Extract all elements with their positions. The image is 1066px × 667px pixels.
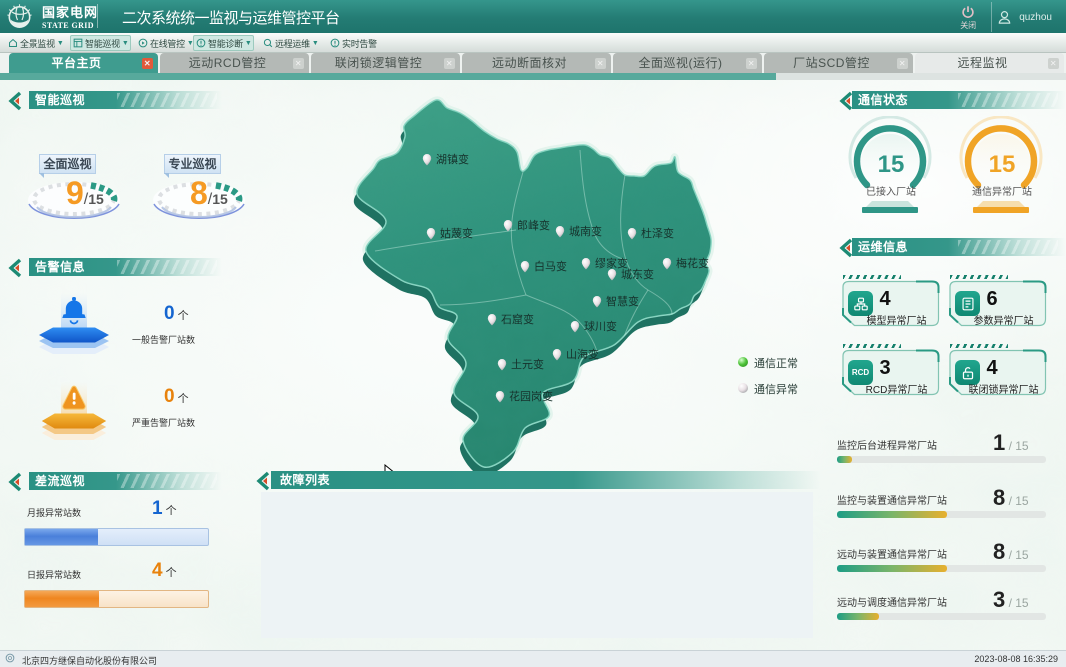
svg-text:杜泽变: 杜泽变 — [641, 226, 674, 240]
svg-text:郎峰变: 郎峰变 — [517, 218, 550, 232]
svg-text:土元变: 土元变 — [511, 357, 544, 371]
svg-text:缪家变: 缪家变 — [595, 256, 628, 270]
svg-text:湖镇变: 湖镇变 — [436, 152, 469, 166]
svg-text:通信异常: 通信异常 — [754, 383, 798, 396]
svg-text:花园岗变: 花园岗变 — [509, 389, 553, 403]
svg-text:城南变: 城南变 — [569, 224, 602, 238]
svg-text:白马变: 白马变 — [534, 259, 567, 273]
svg-text:石窟变: 石窟变 — [501, 312, 534, 326]
svg-text:梅花变: 梅花变 — [676, 256, 709, 270]
svg-text:城东变: 城东变 — [621, 267, 654, 281]
svg-text:球川变: 球川变 — [584, 319, 617, 333]
svg-text:通信正常: 通信正常 — [754, 357, 798, 370]
svg-text:山海变: 山海变 — [566, 347, 599, 361]
svg-text:姑蔑变: 姑蔑变 — [440, 226, 473, 240]
svg-text:智慧变: 智慧变 — [606, 294, 639, 308]
